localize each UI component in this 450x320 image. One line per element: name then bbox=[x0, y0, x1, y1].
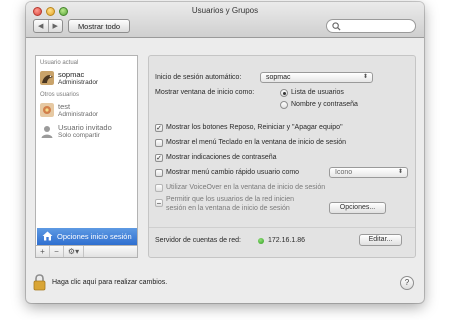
checkbox-fast-user-switching[interactable] bbox=[155, 169, 163, 177]
help-button[interactable]: ? bbox=[400, 276, 414, 290]
popup-arrows-icon: ⬍ bbox=[362, 74, 368, 80]
user-role: Solo compartir bbox=[58, 132, 100, 139]
fast-user-switch-popup[interactable]: Icono ⬍ bbox=[329, 167, 408, 178]
radio-user-list[interactable] bbox=[280, 89, 288, 97]
user-role: Administrador bbox=[58, 111, 99, 118]
radio-name-password-label: Nombre y contraseña bbox=[291, 101, 358, 108]
guest-user-icon bbox=[41, 126, 53, 138]
show-all-button[interactable]: Mostrar todo bbox=[68, 19, 130, 33]
checkbox-label: Mostrar los botones Reposo, Reiniciar y … bbox=[166, 124, 343, 131]
lock-icon[interactable] bbox=[33, 274, 46, 291]
radio-user-list-label: Lista de usuarios bbox=[291, 89, 344, 96]
display-as-label: Mostrar ventana de inicio como: bbox=[155, 89, 255, 96]
checkbox-input-menu[interactable] bbox=[155, 139, 163, 147]
lock-message[interactable]: Haga clic aquí para realizar cambios. bbox=[52, 279, 167, 286]
flower-avatar-icon bbox=[40, 103, 54, 117]
back-forward-buttons: ◀ ▶ bbox=[33, 19, 63, 33]
user-name: test bbox=[58, 102, 71, 111]
current-user-header: Usuario actual bbox=[40, 60, 79, 66]
login-options-panel: Inicio de sesión automático: sopmac ⬍ Mo… bbox=[148, 55, 416, 258]
checkbox-label: Mostrar el menú Teclado en la ventana de… bbox=[166, 139, 347, 146]
login-options-label: Opciones inicio sesión bbox=[57, 232, 132, 241]
auto-login-label: Inicio de sesión automático: bbox=[155, 74, 242, 81]
forward-button[interactable]: ▶ bbox=[47, 20, 63, 32]
lock-bar: Haga clic aquí para realizar cambios. ? bbox=[26, 268, 424, 303]
checkbox-label: Mostrar menú cambio rápido usuario como bbox=[166, 169, 300, 176]
search-input[interactable] bbox=[326, 19, 416, 33]
user-role: Administrador bbox=[58, 79, 99, 86]
gear-menu-button[interactable]: ⚙▾ bbox=[64, 246, 84, 257]
window-title: Usuarios y Grupos bbox=[191, 6, 259, 15]
preferences-window: Usuarios y Grupos ◀ ▶ Mostrar todo Usuar… bbox=[26, 2, 424, 303]
checkbox-network-users[interactable]: – bbox=[155, 199, 163, 207]
house-icon bbox=[42, 231, 53, 241]
network-server-label: Servidor de cuentas de red: bbox=[155, 237, 241, 244]
auto-login-popup[interactable]: sopmac ⬍ bbox=[260, 72, 373, 83]
auto-login-value: sopmac bbox=[266, 74, 291, 81]
title-bar: Usuarios y Grupos ◀ ▶ Mostrar todo bbox=[26, 2, 424, 38]
add-user-button[interactable]: + bbox=[36, 246, 50, 257]
fast-user-switch-value: Icono bbox=[335, 169, 353, 176]
sidebar-bottom-bar: + − ⚙▾ bbox=[35, 246, 138, 258]
checkbox-label: Mostrar indicaciones de contraseña bbox=[166, 154, 277, 161]
popup-arrows-icon: ⬍ bbox=[397, 169, 403, 175]
checkbox-label-line1: Permitir que los usuarios de la red inic… bbox=[166, 196, 295, 203]
radio-name-password[interactable] bbox=[280, 101, 288, 109]
search-icon bbox=[332, 22, 341, 31]
checkbox-voiceover[interactable] bbox=[155, 184, 163, 192]
user-name: Usuario invitado bbox=[58, 123, 112, 132]
checkbox-sleep-restart-shutdown[interactable]: ✓ bbox=[155, 124, 163, 132]
options-button[interactable]: Opciones... bbox=[329, 202, 386, 214]
eagle-avatar-icon bbox=[40, 71, 54, 85]
back-button[interactable]: ◀ bbox=[34, 20, 48, 32]
checkbox-label: Utilizar VoiceOver en la ventana de inic… bbox=[166, 184, 326, 191]
sidebar-user-guest[interactable]: Usuario invitado Solo compartir bbox=[40, 123, 136, 141]
other-users-header: Otros usuarios bbox=[40, 92, 80, 98]
checkbox-label-line2: sesión en la ventana de inicio de sesión bbox=[166, 205, 290, 212]
sidebar-user-sopmac[interactable]: sopmac Administrador bbox=[40, 70, 136, 88]
checkbox-password-hints[interactable]: ✓ bbox=[155, 154, 163, 162]
status-green-dot-icon bbox=[258, 238, 264, 244]
user-name: sopmac bbox=[58, 70, 85, 79]
network-server-value: 172.16.1.86 bbox=[268, 237, 305, 244]
sidebar-user-test[interactable]: test Administrador bbox=[40, 102, 136, 120]
edit-button[interactable]: Editar... bbox=[359, 234, 402, 246]
remove-user-button[interactable]: − bbox=[50, 246, 64, 257]
panel-divider bbox=[149, 227, 415, 228]
users-sidebar: Usuario actual sopmac Administrador Otro… bbox=[35, 55, 138, 246]
sidebar-item-login-options[interactable]: Opciones inicio sesión bbox=[37, 228, 137, 245]
